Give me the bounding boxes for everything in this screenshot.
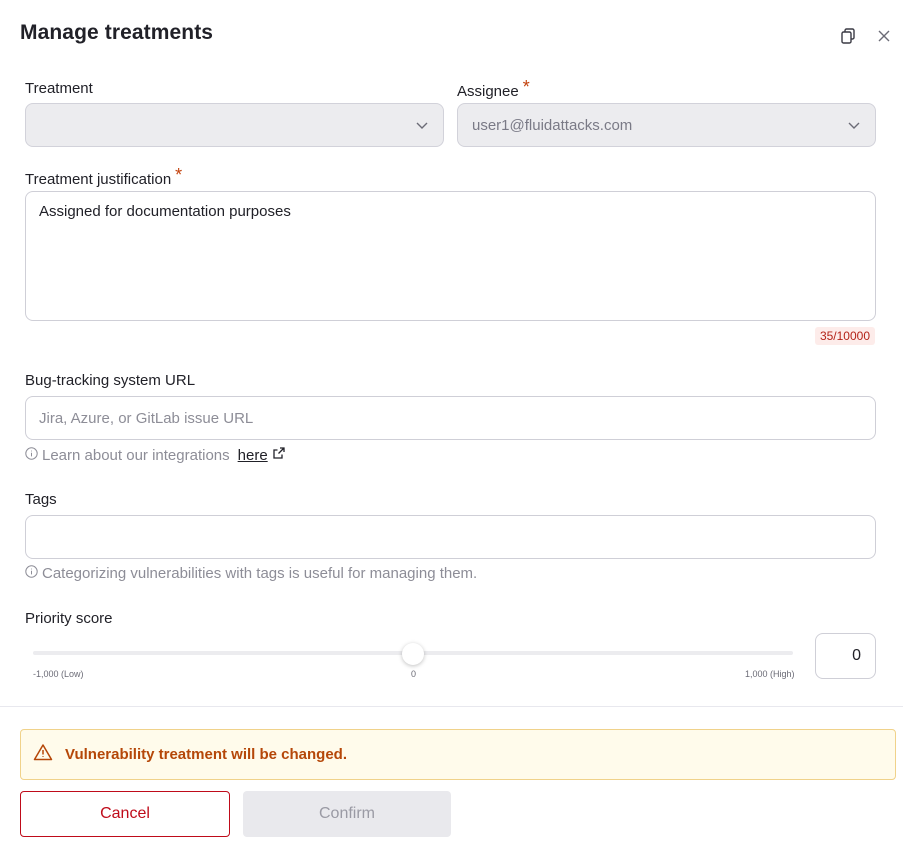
tags-label: Tags [25, 491, 57, 508]
bug-url-label: Bug-tracking system URL [25, 372, 196, 389]
warning-icon [33, 743, 53, 766]
tags-input[interactable] [25, 515, 876, 559]
priority-slider-thumb[interactable] [402, 643, 424, 665]
treatment-label: Treatment [25, 80, 93, 97]
required-mark: * [175, 165, 183, 185]
required-mark: * [522, 77, 530, 97]
cancel-button[interactable]: Cancel [20, 791, 230, 837]
divider [0, 706, 903, 707]
slider-mid-label: 0 [411, 669, 417, 679]
info-icon [25, 446, 38, 464]
info-icon [25, 565, 38, 582]
bug-url-help: Learn about our integrations here [25, 446, 286, 464]
justification-textarea[interactable]: Assigned for documentation purposes [25, 191, 876, 321]
integrations-link[interactable]: here [238, 447, 268, 464]
priority-label: Priority score [25, 610, 113, 627]
dialog-title: Manage treatments [20, 21, 214, 44]
slider-max-label: 1,000 (High) [745, 669, 795, 679]
priority-number-input[interactable]: 0 [815, 633, 876, 679]
justification-label-text: Treatment justification [25, 171, 172, 188]
chevron-down-icon [847, 118, 861, 136]
assignee-label-text: Assignee [457, 83, 519, 100]
alert-text: Vulnerability treatment will be changed. [65, 746, 348, 763]
tags-help-text: Categorizing vulnerabilities with tags i… [42, 565, 478, 582]
treatment-select[interactable] [25, 103, 444, 147]
justification-label: Treatment justification * [25, 165, 183, 189]
slider-min-label: -1,000 (Low) [33, 669, 84, 679]
chevron-down-icon [415, 118, 429, 136]
bug-url-help-text: Learn about our integrations [42, 446, 230, 464]
assignee-label: Assignee * [457, 77, 530, 101]
treatment-label-text: Treatment [25, 80, 93, 97]
confirm-button[interactable]: Confirm [243, 791, 451, 837]
assignee-select[interactable]: user1@fluidattacks.com [457, 103, 876, 147]
character-counter: 35/10000 [814, 327, 875, 345]
tags-help: Categorizing vulnerabilities with tags i… [25, 565, 477, 582]
external-link-icon[interactable] [272, 446, 286, 464]
warning-alert: Vulnerability treatment will be changed. [20, 729, 896, 780]
bug-url-input[interactable]: Jira, Azure, or GitLab issue URL [25, 396, 876, 440]
close-icon[interactable] [874, 26, 894, 46]
copy-icon[interactable] [838, 26, 858, 46]
assignee-value: user1@fluidattacks.com [472, 116, 633, 134]
